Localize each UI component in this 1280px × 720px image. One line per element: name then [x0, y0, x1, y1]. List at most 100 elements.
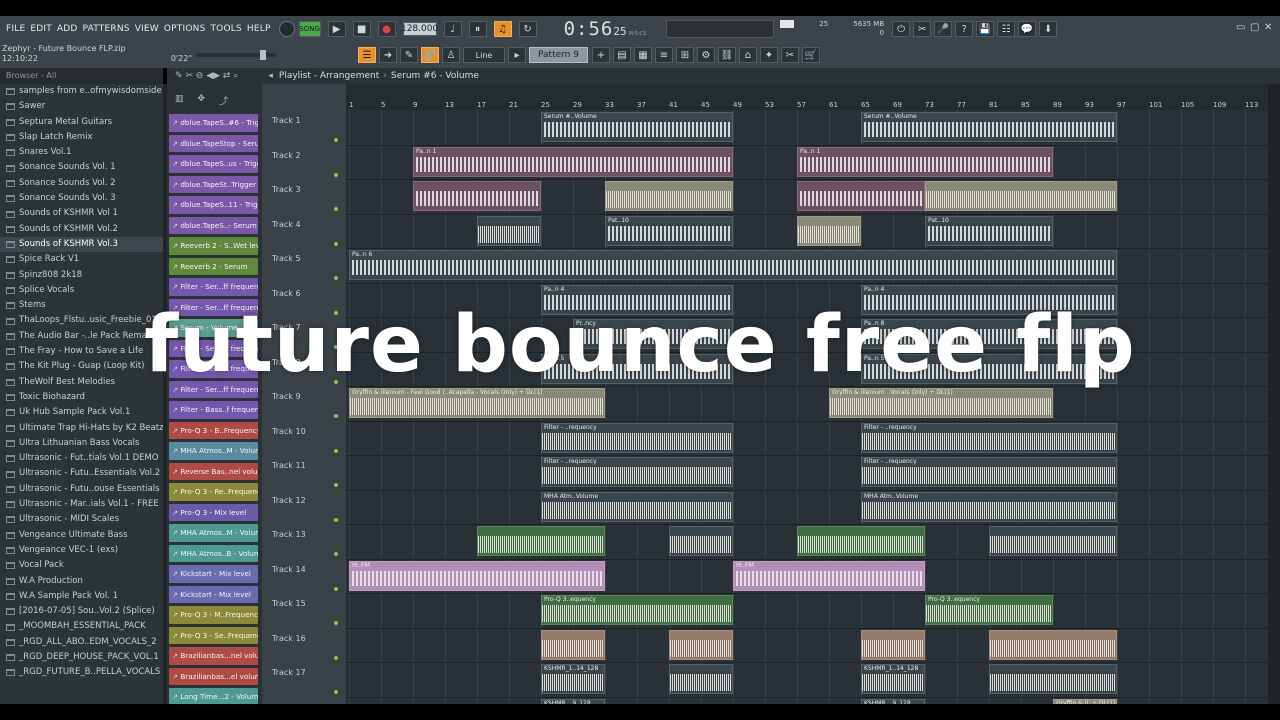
track-mute-indicator[interactable]: [334, 276, 338, 280]
playlist-clip[interactable]: MHA Atm..Volume: [861, 491, 1117, 522]
browser-folder-item[interactable]: Snares Vol.1: [0, 145, 163, 160]
browser-folder-item[interactable]: _MOOMBAH_ESSENTIAL_PACK: [0, 619, 163, 634]
power-icon[interactable]: ⏻: [892, 21, 911, 37]
browser-folder-item[interactable]: Sounds of KSHMR Vol 1: [0, 206, 163, 221]
browser-folder-item[interactable]: _RGD_ALL_ABO..EDM_VOCALS_2: [0, 635, 163, 650]
playlist-clip[interactable]: Gryffin & Illenium - Feel Good (..Acapel…: [349, 388, 605, 418]
track-label[interactable]: Track 3: [272, 185, 301, 194]
clip-curve-icon[interactable]: ⤴: [219, 94, 228, 107]
track-label[interactable]: Track 14: [272, 565, 306, 574]
playlist-clip[interactable]: [861, 629, 925, 660]
save-icon[interactable]: 💾: [976, 21, 995, 37]
arrow-right-icon[interactable]: ➜: [379, 47, 397, 63]
browser-folder-item[interactable]: Spinz808 2k18: [0, 268, 163, 283]
link-icon[interactable]: ⛓: [717, 47, 736, 63]
plus-icon[interactable]: +: [591, 47, 610, 63]
playlist-clip[interactable]: Pro-Q 3..equency: [541, 595, 733, 625]
browser-icon[interactable]: ⊞: [675, 47, 694, 63]
playlist-clip[interactable]: [669, 629, 733, 660]
magnet-icon[interactable]: 🔗: [421, 47, 439, 63]
song-mode-button[interactable]: SONG: [298, 21, 321, 37]
playlist-clip[interactable]: [797, 215, 861, 246]
track-mute-indicator[interactable]: [334, 586, 338, 591]
track-label[interactable]: Track 16: [272, 634, 306, 643]
help-icon[interactable]: ?: [955, 21, 974, 37]
track-label[interactable]: Track 13: [272, 530, 306, 539]
loop-record-icon[interactable]: ↻: [518, 21, 537, 37]
playlist-clip[interactable]: Filter - ..requency: [541, 457, 733, 487]
browser-folder-item[interactable]: Sonance Sounds Vol. 3: [0, 191, 163, 206]
track-mute-indicator[interactable]: [334, 172, 338, 177]
playlist-clip[interactable]: [477, 526, 605, 556]
stamp-icon[interactable]: ♙: [442, 47, 460, 63]
master-pitch-slider[interactable]: [196, 50, 276, 60]
track-label[interactable]: Track 2: [272, 151, 301, 160]
track-mute-indicator[interactable]: [334, 517, 338, 522]
playlist-clip[interactable]: [989, 664, 1117, 694]
edison-icon[interactable]: ✦: [759, 47, 778, 63]
playlist-clip[interactable]: [669, 664, 733, 694]
track-mute-indicator[interactable]: [334, 207, 338, 211]
cart-icon[interactable]: 🛒: [801, 47, 820, 63]
cut-icon[interactable]: ✂: [913, 21, 932, 37]
menu-options[interactable]: OPTIONS: [164, 24, 206, 34]
chat-icon[interactable]: 💬: [1018, 21, 1037, 37]
clip-source-item[interactable]: dblue.TapeStop - Serum: [169, 134, 258, 152]
vertical-scrollbar[interactable]: [1268, 84, 1280, 704]
snap-select[interactable]: Line: [463, 47, 505, 63]
mixer-icon[interactable]: ☷: [997, 21, 1016, 37]
close-icon[interactable]: ✕: [1264, 22, 1272, 33]
playlist-clip[interactable]: MHA Atm..Volume: [541, 491, 733, 522]
track-label[interactable]: Track 15: [272, 599, 306, 608]
clip-source-item[interactable]: Brazilianbas...nel volume: [169, 647, 258, 665]
clip-source-item[interactable]: Pro-Q 3 - Mix level: [169, 503, 258, 521]
menu-file[interactable]: FILE: [6, 24, 25, 34]
pattern-selector[interactable]: Pattern 9: [529, 47, 588, 63]
slider-thumb[interactable]: [260, 50, 266, 60]
clip-source-item[interactable]: dblue.TapeSt..Trigger #2: [169, 175, 258, 193]
playlist-clip[interactable]: Pat..10: [925, 215, 1053, 246]
clip-source-item[interactable]: MHA Atmos..M - Volume: [169, 442, 258, 460]
browser-folder-item[interactable]: Ultrasonic - Fut..tials Vol.1 DEMO: [0, 451, 163, 466]
playlist-clip[interactable]: Serum #..Volume: [861, 112, 1117, 142]
browser-folder-item[interactable]: Ultrasonic - Futu..Essentials Vol.2: [0, 466, 163, 481]
wait-icon[interactable]: ⏸: [468, 21, 487, 37]
pencil-icon[interactable]: ✎: [400, 47, 418, 63]
timeline-ruler[interactable]: 1 5 9 13 17 21 25 29 33 37 41 45 49 53 57 61 65 69 73 77 81 8…: [346, 84, 1268, 110]
browser-folder-item[interactable]: Vocal Pack: [0, 558, 163, 573]
stop-icon[interactable]: ■: [352, 21, 371, 37]
playlist-clip[interactable]: [413, 181, 541, 211]
browser-folder-item[interactable]: Sounds of KSHMR Vol.3: [0, 236, 163, 253]
playlist-clip[interactable]: Filter - ..requency: [861, 457, 1117, 487]
menu-edit[interactable]: EDIT: [30, 24, 52, 34]
track-label[interactable]: Track 11: [272, 461, 306, 470]
clip-source-item[interactable]: Kickstart - Mix level: [169, 585, 258, 603]
plugin-icon[interactable]: ⚙: [696, 47, 715, 63]
clip-source-item[interactable]: MHA Atmos..B - Volume: [169, 544, 258, 562]
track-mute-indicator[interactable]: [334, 241, 338, 246]
browser-folder-item[interactable]: Sounds of KSHMR Vol.2: [0, 222, 163, 237]
menu-help[interactable]: HELP: [247, 24, 271, 34]
browser-folder-item[interactable]: Vengeance Ultimate Bass: [0, 528, 163, 543]
track-label[interactable]: Track 10: [272, 427, 306, 436]
playlist-clip[interactable]: Pro-Q 3..equency: [925, 595, 1053, 625]
tempo-tap-icon[interactable]: ⌂: [738, 47, 757, 63]
browser-folder-item[interactable]: Septura Metal Guitars: [0, 115, 163, 130]
clip-source-item[interactable]: Reeverb 2 - Serum: [169, 257, 258, 275]
browser-folder-item[interactable]: Spice Rack V1: [0, 252, 163, 267]
browser-folder-item[interactable]: _RGD_FUTURE_B..PELLA_VOCALS: [0, 665, 163, 680]
track-mute-indicator[interactable]: [334, 448, 338, 453]
countdown-icon[interactable]: ♫: [493, 21, 512, 37]
mic-icon[interactable]: 🎤: [934, 21, 953, 37]
playlist-clip[interactable]: Serum #..Volume: [541, 112, 733, 142]
track-mute-indicator[interactable]: [334, 655, 338, 660]
browser-folder-item[interactable]: Uk Hub Sample Pack Vol.1: [0, 405, 163, 420]
track-label[interactable]: Track 9: [272, 392, 301, 401]
playlist-clip[interactable]: [989, 629, 1117, 660]
playlist-clip[interactable]: Pa..n 1: [413, 146, 733, 177]
browser-folder-item[interactable]: Ultrasonic - MIDI Scales: [0, 512, 163, 527]
tempo-display[interactable]: 128.000: [401, 22, 438, 36]
scissors-icon[interactable]: ✂: [780, 47, 799, 63]
clip-source-item[interactable]: Reverse Bas..nel volume: [169, 462, 258, 480]
clip-source-item[interactable]: Pro-Q 3 - Re..Frequency: [169, 483, 258, 501]
